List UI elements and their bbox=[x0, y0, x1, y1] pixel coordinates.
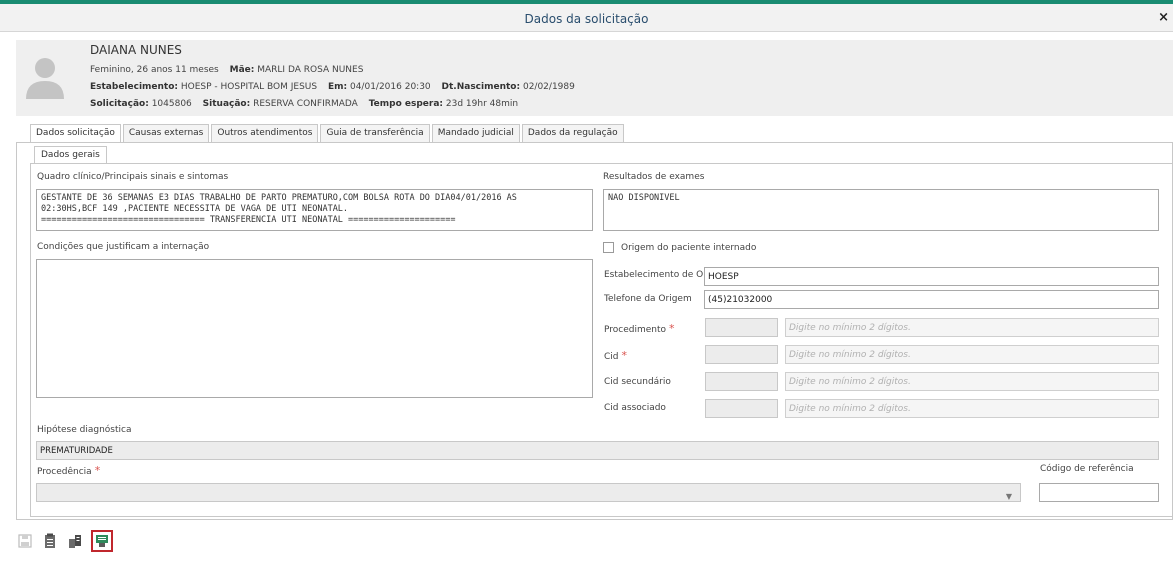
cid-search-input[interactable]: Digite no mínimo 2 dígitos. bbox=[785, 345, 1159, 364]
avatar bbox=[24, 53, 66, 99]
clipboard-icon[interactable] bbox=[41, 532, 59, 550]
situ-value: RESERVA CONFIRMADA bbox=[253, 99, 358, 109]
telefone-label: Telefone da Origem bbox=[604, 294, 692, 304]
quadro-textarea[interactable]: GESTANTE DE 36 SEMANAS E3 DIAS TRABALHO … bbox=[36, 189, 593, 231]
cid-secundario-label: Cid secundário bbox=[604, 377, 671, 387]
copy-icon[interactable] bbox=[66, 532, 84, 550]
tab-guia-transferencia[interactable]: Guia de transferência bbox=[320, 124, 430, 142]
tab-mandado-judicial[interactable]: Mandado judicial bbox=[431, 124, 520, 142]
tab-dados-solicitacao[interactable]: Dados solicitação bbox=[30, 124, 121, 143]
tab-dados-regulacao[interactable]: Dados da regulação bbox=[521, 124, 624, 142]
cid-secundario-code-input[interactable] bbox=[705, 372, 778, 391]
patient-name: DAIANA NUNES bbox=[90, 43, 182, 57]
codigo-input[interactable] bbox=[1039, 483, 1159, 502]
tab-bar: Dados solicitação Causas externas Outros… bbox=[30, 124, 626, 143]
cid-secundario-search-input[interactable]: Digite no mínimo 2 dígitos. bbox=[785, 372, 1159, 391]
resultados-label: Resultados de exames bbox=[603, 172, 705, 182]
estab-label: Estabelecimento: bbox=[90, 82, 179, 92]
solic-value: 1045806 bbox=[151, 99, 192, 109]
procedimento-label: Procedimento * bbox=[604, 322, 675, 335]
patient-line-2: Estabelecimento: HOESP - HOSPITAL BOM JE… bbox=[90, 82, 575, 92]
cid-associado-label: Cid associado bbox=[604, 403, 666, 413]
procedimento-code-input[interactable] bbox=[705, 318, 778, 337]
hipotese-label: Hipótese diagnóstica bbox=[37, 425, 132, 435]
estab-origem-input[interactable]: HOESP bbox=[704, 267, 1159, 286]
birth-value: 02/02/1989 bbox=[522, 82, 575, 92]
required-mark: * bbox=[621, 349, 628, 362]
solic-label: Solicitação: bbox=[90, 99, 149, 109]
telefone-input[interactable]: (45)21032000 bbox=[704, 290, 1159, 309]
cid-label: Cid * bbox=[604, 349, 627, 362]
print-icon[interactable] bbox=[91, 530, 113, 552]
procedimento-search-input[interactable]: Digite no mínimo 2 dígitos. bbox=[785, 318, 1159, 337]
dialog-title: Dados da solicitação bbox=[524, 12, 649, 26]
situ-label: Situação: bbox=[202, 99, 251, 109]
procedencia-select[interactable]: ▼ bbox=[36, 483, 1021, 502]
tab-causas-externas[interactable]: Causas externas bbox=[122, 124, 210, 142]
wait-value: 23d 19hr 48min bbox=[445, 99, 519, 109]
mother-value: MARLI DA ROSA NUNES bbox=[257, 65, 364, 75]
patient-line-3: Solicitação: 1045806 Situação: RESERVA C… bbox=[90, 99, 518, 109]
condicoes-textarea[interactable] bbox=[36, 259, 593, 398]
chevron-down-icon[interactable]: ▼ bbox=[1006, 488, 1012, 501]
em-label: Em: bbox=[327, 82, 348, 92]
required-mark: * bbox=[669, 322, 675, 335]
condicoes-label: Condições que justificam a internação bbox=[37, 242, 210, 252]
patient-sex-age: Feminino, 26 anos 11 meses bbox=[90, 65, 219, 75]
required-mark: * bbox=[94, 464, 101, 477]
dialog-titlebar: Dados da solicitação × bbox=[0, 4, 1173, 32]
estab-value: HOESP - HOSPITAL BOM JESUS bbox=[180, 82, 318, 92]
procedencia-label-text: Procedência bbox=[37, 467, 92, 477]
birth-label: Dt.Nascimento: bbox=[441, 82, 521, 92]
estab-origem-label: Estabelecimento de Ori bbox=[604, 270, 710, 280]
procedimento-label-text: Procedimento bbox=[604, 325, 667, 335]
bottom-toolbar bbox=[16, 530, 120, 552]
patient-header: DAIANA NUNES Feminino, 26 anos 11 meses … bbox=[16, 40, 1173, 116]
em-value: 04/01/2016 20:30 bbox=[349, 82, 431, 92]
save-icon[interactable] bbox=[16, 532, 34, 550]
cid-associado-search-input[interactable]: Digite no mínimo 2 dígitos. bbox=[785, 399, 1159, 418]
cid-associado-code-input[interactable] bbox=[705, 399, 778, 418]
codigo-label: Código de referência bbox=[1040, 464, 1134, 474]
tab-outros-atendimentos[interactable]: Outros atendimentos bbox=[211, 124, 319, 142]
cid-label-text: Cid bbox=[604, 352, 619, 362]
mother-label: Mãe: bbox=[229, 65, 255, 75]
procedencia-label: Procedência * bbox=[37, 464, 100, 477]
subtab-dados-gerais[interactable]: Dados gerais bbox=[34, 146, 107, 163]
quadro-label: Quadro clínico/Principais sinais e sinto… bbox=[37, 172, 229, 182]
wait-label: Tempo espera: bbox=[368, 99, 444, 109]
cid-code-input[interactable] bbox=[705, 345, 778, 364]
origem-checkbox-label: Origem do paciente internado bbox=[621, 243, 757, 253]
close-icon[interactable]: × bbox=[1158, 10, 1169, 25]
origem-checkbox[interactable] bbox=[603, 242, 614, 253]
hipotese-input[interactable]: PREMATURIDADE bbox=[36, 441, 1159, 460]
resultados-textarea[interactable]: NAO DISPONIVEL bbox=[603, 189, 1159, 231]
patient-line-1: Feminino, 26 anos 11 meses Mãe: MARLI DA… bbox=[90, 65, 363, 75]
